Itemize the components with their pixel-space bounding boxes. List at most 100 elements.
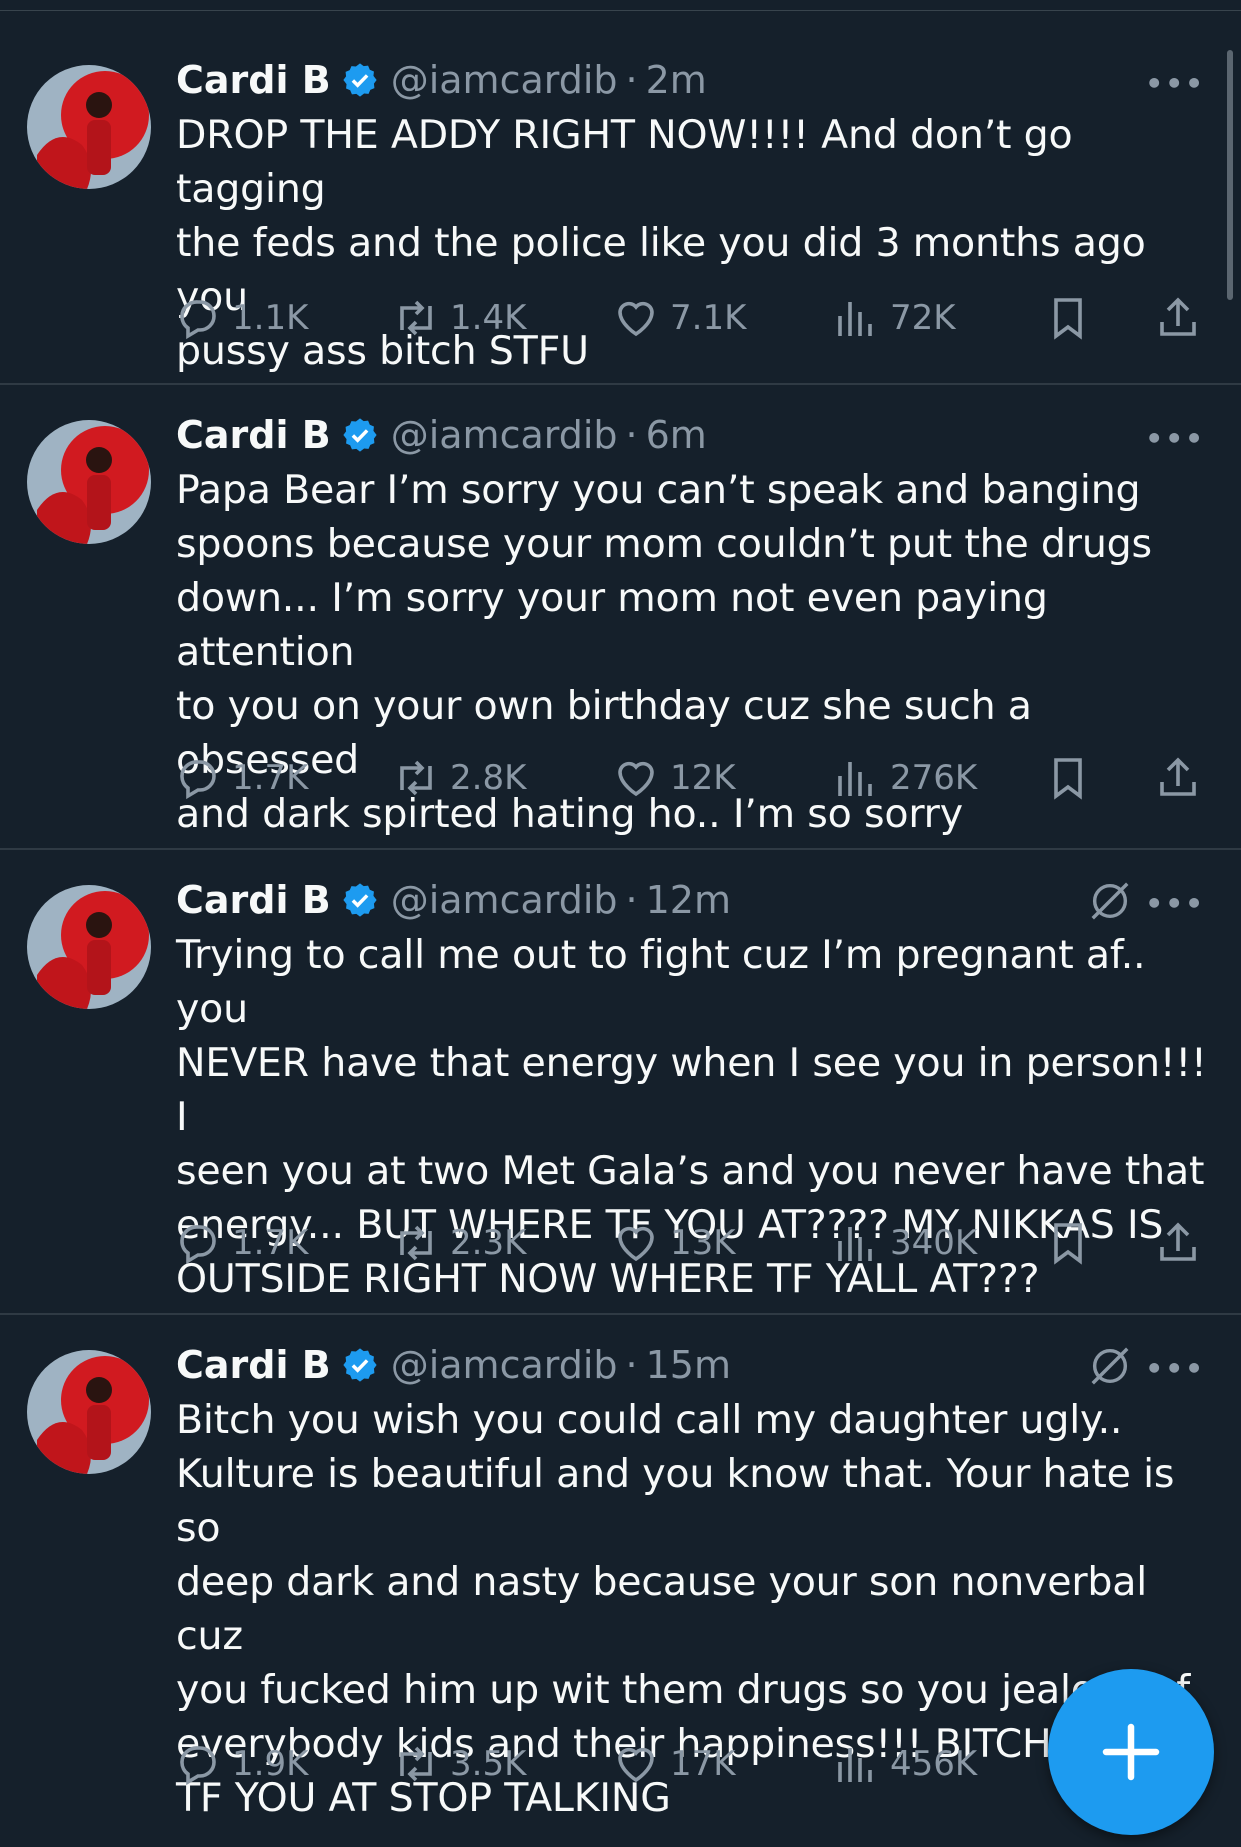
views-count: 456K: [890, 1744, 978, 1784]
retweet-button[interactable]: 1.4K: [392, 294, 526, 342]
like-button[interactable]: 12K: [612, 754, 736, 802]
tweet-header: Cardi B @iamcardib · 15m: [176, 1340, 731, 1390]
bookmark-button[interactable]: [1044, 1219, 1102, 1267]
views-button[interactable]: 340K: [832, 1219, 977, 1267]
more-icon[interactable]: •••: [1145, 422, 1205, 455]
tweet[interactable]: Cardi B @iamcardib · 6m ••• Papa Bear I’…: [0, 385, 1241, 850]
retweet-icon: [400, 760, 432, 796]
display-name[interactable]: Cardi B: [176, 413, 331, 457]
bookmark-icon: [1054, 758, 1082, 800]
tweet[interactable]: Cardi B @iamcardib · 2m ••• DROP THE ADD…: [0, 11, 1241, 385]
tweet-header: Cardi B @iamcardib · 6m: [176, 410, 707, 460]
reply-button[interactable]: 1.7K: [174, 1219, 308, 1267]
like-count: 17K: [670, 1744, 736, 1784]
verified-badge-icon: [343, 63, 377, 97]
avatar[interactable]: [27, 1350, 151, 1474]
more-icon[interactable]: •••: [1145, 887, 1205, 920]
timestamp[interactable]: 2m: [646, 58, 707, 102]
avatar[interactable]: [27, 65, 151, 189]
plus-icon: [1102, 1723, 1160, 1781]
tweet-actions: 1.1K 1.4K 7.1K 72K: [174, 294, 1214, 344]
separator-dot: ·: [625, 878, 638, 922]
reply-button[interactable]: 1.7K: [174, 754, 308, 802]
retweet-count: 2.8K: [450, 758, 527, 798]
avatar[interactable]: [27, 885, 151, 1009]
more-icon[interactable]: •••: [1145, 1352, 1205, 1385]
separator-dot: ·: [625, 58, 638, 102]
compose-tweet-button[interactable]: [1048, 1669, 1214, 1835]
verified-badge-icon: [343, 883, 377, 917]
reply-button[interactable]: 1.1K: [174, 294, 308, 342]
views-icon: [838, 1227, 872, 1261]
separator-dot: ·: [625, 1343, 638, 1387]
views-count: 276K: [890, 758, 978, 798]
views-button[interactable]: 456K: [832, 1740, 977, 1788]
like-button[interactable]: 13K: [612, 1219, 736, 1267]
reply-count: 1.1K: [232, 298, 309, 338]
bookmark-button[interactable]: [1044, 294, 1102, 342]
retweet-count: 2.3K: [450, 1223, 527, 1263]
views-icon: [838, 1748, 872, 1782]
views-icon: [838, 302, 872, 336]
tweet-actions: 1.7K 2.8K 12K 276K: [174, 754, 1214, 804]
retweet-icon: [400, 1746, 432, 1782]
retweet-button[interactable]: 3.5K: [392, 1740, 526, 1788]
views-button[interactable]: 276K: [832, 754, 977, 802]
share-button[interactable]: [1154, 1219, 1212, 1267]
like-count: 12K: [670, 758, 736, 798]
tweet[interactable]: Cardi B @iamcardib · 12m ••• Trying to c…: [0, 850, 1241, 1315]
like-icon: [618, 1226, 654, 1262]
views-count: 72K: [890, 298, 956, 338]
handle[interactable]: @iamcardib: [391, 878, 618, 922]
avatar[interactable]: [27, 420, 151, 544]
timeline-feed: Cardi B @iamcardib · 2m ••• DROP THE ADD…: [0, 11, 1241, 1847]
display-name[interactable]: Cardi B: [176, 58, 331, 102]
timestamp[interactable]: 12m: [646, 878, 731, 922]
retweet-count: 3.5K: [450, 1744, 527, 1784]
views-count: 340K: [890, 1223, 978, 1263]
more-icon[interactable]: •••: [1145, 67, 1205, 100]
display-name[interactable]: Cardi B: [176, 1343, 331, 1387]
like-count: 13K: [670, 1223, 736, 1263]
display-name[interactable]: Cardi B: [176, 878, 331, 922]
reply-icon: [180, 760, 216, 800]
tweet-actions: 1.7K 2.3K 13K 340K: [174, 1219, 1214, 1269]
retweet-button[interactable]: 2.8K: [392, 754, 526, 802]
share-icon: [1160, 1222, 1196, 1261]
bookmark-icon: [1054, 1223, 1082, 1265]
reply-icon: [180, 300, 216, 340]
timestamp[interactable]: 15m: [646, 1343, 731, 1387]
verified-badge-icon: [343, 418, 377, 452]
reply-icon: [180, 1746, 216, 1786]
like-count: 7.1K: [670, 298, 747, 338]
bookmark-button[interactable]: [1044, 754, 1102, 802]
share-icon: [1160, 757, 1196, 796]
reply-count: 1.7K: [232, 758, 309, 798]
muted-conversation-icon[interactable]: [1087, 1343, 1133, 1389]
reply-count: 1.7K: [232, 1223, 309, 1263]
views-button[interactable]: 72K: [832, 294, 956, 342]
tweet-header: Cardi B @iamcardib · 12m: [176, 875, 731, 925]
reply-count: 1.9K: [232, 1744, 309, 1784]
retweet-icon: [400, 300, 432, 336]
top-divider: [0, 0, 1241, 11]
share-button[interactable]: [1154, 754, 1212, 802]
muted-conversation-icon[interactable]: [1087, 878, 1133, 924]
reply-button[interactable]: 1.9K: [174, 1740, 308, 1788]
like-icon: [618, 301, 654, 337]
separator-dot: ·: [625, 413, 638, 457]
handle[interactable]: @iamcardib: [391, 1343, 618, 1387]
retweet-icon: [400, 1225, 432, 1261]
tweet-header: Cardi B @iamcardib · 2m: [176, 55, 707, 105]
like-button[interactable]: 7.1K: [612, 294, 746, 342]
retweet-count: 1.4K: [450, 298, 527, 338]
views-icon: [838, 762, 872, 796]
handle[interactable]: @iamcardib: [391, 58, 618, 102]
share-button[interactable]: [1154, 294, 1212, 342]
bookmark-icon: [1054, 298, 1082, 340]
like-button[interactable]: 17K: [612, 1740, 736, 1788]
retweet-button[interactable]: 2.3K: [392, 1219, 526, 1267]
handle[interactable]: @iamcardib: [391, 413, 618, 457]
verified-badge-icon: [343, 1348, 377, 1382]
timestamp[interactable]: 6m: [646, 413, 707, 457]
